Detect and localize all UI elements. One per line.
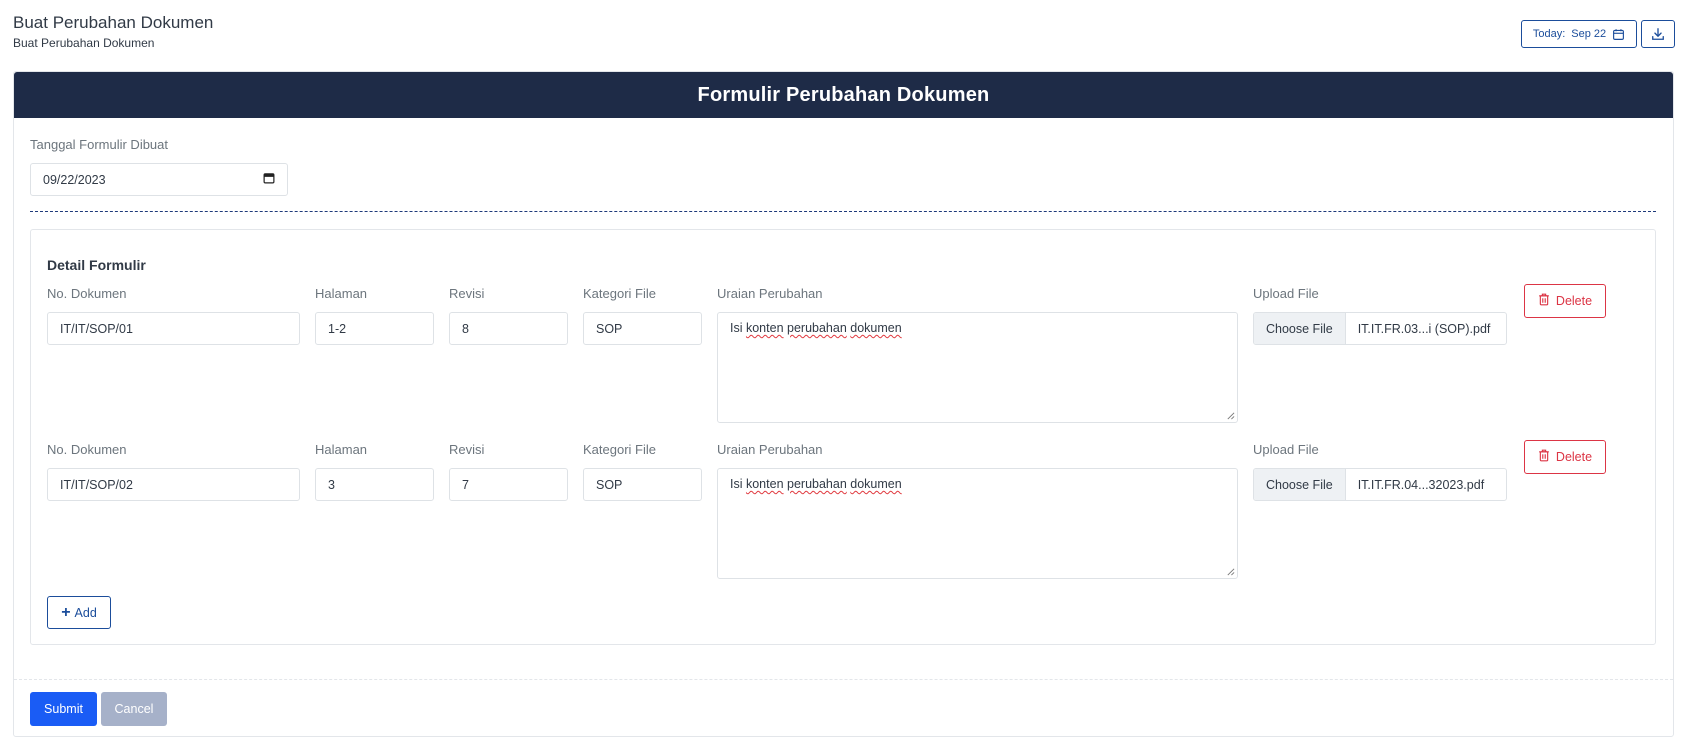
download-button[interactable] [1641, 20, 1675, 48]
date-field[interactable]: 09/22/2023 [30, 163, 288, 196]
no-dokumen-label: No. Dokumen [47, 442, 127, 457]
file-name: IT.IT.FR.04...32023.pdf [1357, 477, 1485, 492]
uraian-label: Uraian Perubahan [717, 286, 823, 301]
delete-button[interactable]: Delete [1524, 440, 1606, 474]
resize-grip-icon[interactable] [1226, 411, 1235, 420]
no-dokumen-input[interactable]: IT/IT/SOP/02 [47, 468, 300, 501]
section-divider [30, 211, 1656, 212]
page-title: Buat Perubahan Dokumen [13, 13, 214, 32]
trash-icon [1538, 293, 1550, 309]
form-card: Formulir Perubahan Dokumen Tanggal Formu… [13, 71, 1674, 737]
halaman-label: Halaman [315, 286, 368, 301]
date-label: Tanggal Formulir Dibuat [30, 137, 169, 152]
uraian-textarea[interactable]: Isi konten perubahan dokumen [717, 312, 1238, 423]
choose-file-button[interactable]: Choose File [1254, 313, 1346, 344]
halaman-label: Halaman [315, 442, 368, 457]
kategori-value: SOP [596, 321, 623, 336]
revisi-value: 7 [462, 477, 469, 492]
delete-label: Delete [1555, 294, 1593, 308]
revisi-input[interactable]: 7 [449, 468, 568, 501]
cancel-button[interactable]: Cancel [101, 692, 167, 726]
kategori-label: Kategori File [583, 286, 656, 301]
date-picker-icon[interactable] [263, 172, 275, 187]
no-dokumen-value: IT/IT/SOP/02 [60, 477, 133, 492]
revisi-label: Revisi [449, 286, 485, 301]
upload-file-input[interactable]: Choose File IT.IT.FR.03...i (SOP).pdf [1253, 312, 1507, 345]
uraian-value: Isi konten perubahan dokumen [730, 321, 902, 335]
today-date-chip[interactable]: Today: Sep 22 [1521, 20, 1637, 48]
kategori-label: Kategori File [583, 442, 656, 457]
add-label: Add [74, 605, 97, 620]
no-dokumen-input[interactable]: IT/IT/SOP/01 [47, 312, 300, 345]
kategori-input[interactable]: SOP [583, 468, 702, 501]
no-dokumen-value: IT/IT/SOP/01 [60, 321, 133, 336]
halaman-input[interactable]: 1-2 [315, 312, 434, 345]
file-name: IT.IT.FR.03...i (SOP).pdf [1357, 321, 1491, 336]
revisi-value: 8 [462, 321, 469, 336]
kategori-value: SOP [596, 477, 623, 492]
delete-button[interactable]: Delete [1524, 284, 1606, 318]
trash-icon [1538, 449, 1550, 465]
detail-title: Detail Formulir [47, 257, 146, 273]
download-icon [1651, 27, 1665, 41]
uraian-value: Isi konten perubahan dokumen [730, 477, 902, 491]
resize-grip-icon[interactable] [1226, 567, 1235, 576]
submit-button[interactable]: Submit [30, 692, 97, 726]
revisi-label: Revisi [449, 442, 485, 457]
choose-file-button[interactable]: Choose File [1254, 469, 1346, 500]
page-subtitle: Buat Perubahan Dokumen [13, 36, 155, 50]
uraian-label: Uraian Perubahan [717, 442, 823, 457]
halaman-input[interactable]: 3 [315, 468, 434, 501]
upload-file-input[interactable]: Choose File IT.IT.FR.04...32023.pdf [1253, 468, 1507, 501]
detail-section: Detail Formulir No. Dokumen Halaman Revi… [30, 229, 1656, 645]
form-header: Formulir Perubahan Dokumen [14, 72, 1673, 118]
uraian-textarea[interactable]: Isi konten perubahan dokumen [717, 468, 1238, 579]
revisi-input[interactable]: 8 [449, 312, 568, 345]
delete-label: Delete [1555, 450, 1593, 464]
plus-icon: + [61, 603, 71, 621]
add-row-button[interactable]: + Add [47, 596, 111, 629]
no-dokumen-label: No. Dokumen [47, 286, 127, 301]
kategori-input[interactable]: SOP [583, 312, 702, 345]
date-value: 09/22/2023 [43, 172, 106, 187]
upload-label: Upload File [1253, 286, 1319, 301]
upload-label: Upload File [1253, 442, 1319, 457]
halaman-value: 1-2 [328, 321, 347, 336]
today-value: Sep 22 [1571, 28, 1607, 40]
footer-divider [14, 679, 1673, 680]
today-label: Today: [1532, 28, 1566, 40]
halaman-value: 3 [328, 477, 335, 492]
form-title: Formulir Perubahan Dokumen [697, 83, 990, 106]
calendar-icon [1612, 28, 1625, 41]
